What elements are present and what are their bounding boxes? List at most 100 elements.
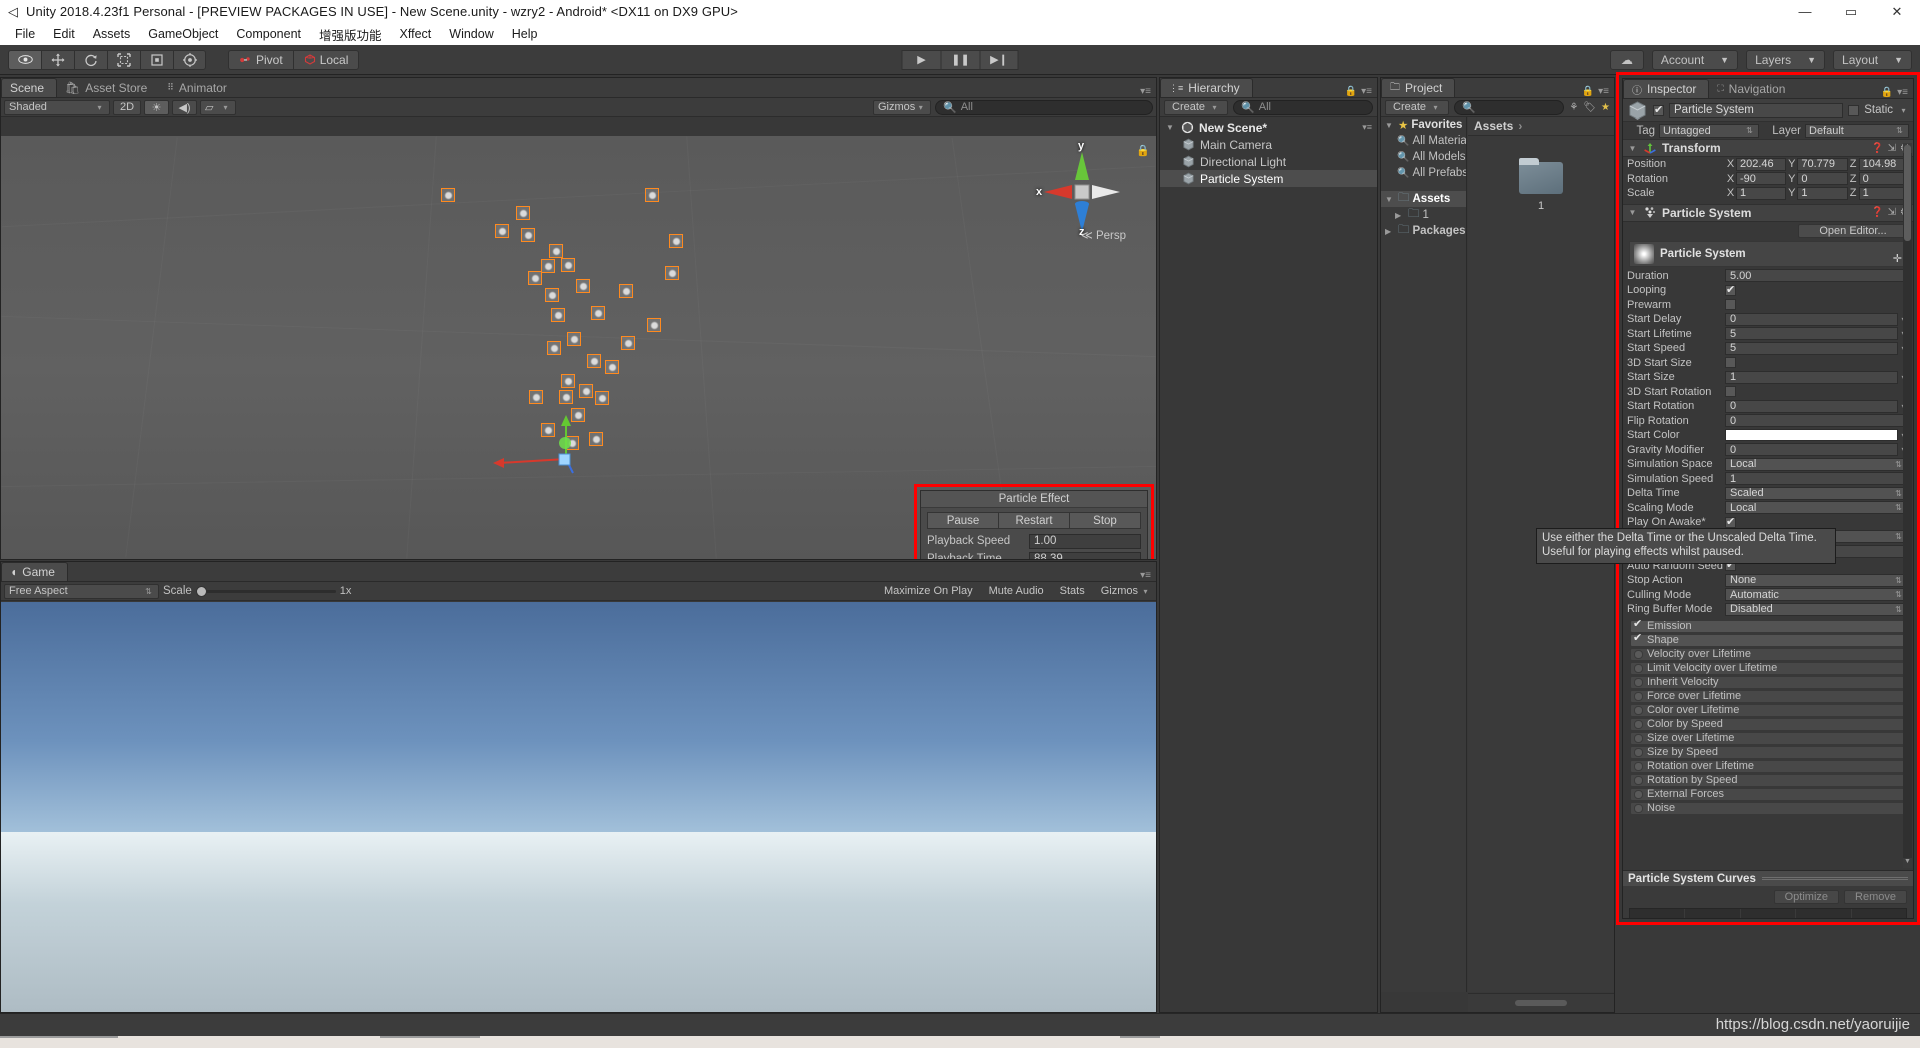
prop-dropdown[interactable]: Disabled ⇅ <box>1725 602 1909 616</box>
remove-button[interactable]: Remove <box>1844 890 1907 904</box>
position-y-input[interactable]: 70.779 <box>1797 157 1848 171</box>
chevron-right-icon[interactable]: ▶ <box>1395 211 1405 220</box>
project-tree-packages[interactable]: ▶ 🗀 Packages <box>1381 223 1466 239</box>
rotation-z-input[interactable]: 0 <box>1858 172 1909 186</box>
scene-projection-label[interactable]: ≪ Persp <box>1081 228 1126 242</box>
position-z-input[interactable]: 104.98 <box>1858 157 1909 171</box>
prop-value-input[interactable]: 0 <box>1725 399 1898 413</box>
maximize-button[interactable]: ▭ <box>1828 0 1874 23</box>
project-grid-item[interactable]: 1 <box>1519 158 1563 212</box>
hierarchy-item-main-camera[interactable]: Main Camera <box>1160 136 1377 153</box>
hierarchy-tab-menu[interactable]: 🔒 ▾≡ <box>1345 86 1377 97</box>
prop-value-input[interactable]: 5 <box>1725 341 1898 355</box>
start-color-swatch[interactable] <box>1725 429 1898 442</box>
scene-lock-icon[interactable]: 🔒 <box>1136 144 1150 157</box>
scene-audio-icon[interactable]: ◀) <box>172 99 197 115</box>
prop-dropdown[interactable]: None ⇅ <box>1725 573 1909 587</box>
game-tab-menu[interactable]: ▾≡ <box>1140 570 1156 581</box>
pivot-toggle-button[interactable]: Pivot <box>228 49 293 70</box>
module-checkbox[interactable] <box>1634 803 1643 813</box>
scene-lighting-icon[interactable]: ☀ <box>144 99 169 115</box>
module-inherit-velocity[interactable]: Inherit Velocity <box>1630 675 1908 689</box>
module-limit-velocity-over-lifetime[interactable]: Limit Velocity over Lifetime <box>1630 661 1908 675</box>
filter-by-label-icon[interactable]: 🏷 <box>1583 102 1596 113</box>
tab-animator[interactable]: ⠿ Animator <box>159 78 239 97</box>
help-icon[interactable]: ❓ <box>1871 143 1883 154</box>
module-shape[interactable]: Shape <box>1630 631 1908 647</box>
chevron-down-icon[interactable]: ▼ <box>1166 123 1176 132</box>
project-tree-all-models[interactable]: 🔍 All Models <box>1381 149 1466 165</box>
pause-effect-button[interactable]: Pause <box>927 512 998 529</box>
stats-toggle[interactable]: Stats <box>1052 584 1093 599</box>
module-checkbox[interactable] <box>1634 719 1643 729</box>
playback-speed-input[interactable]: 1.00 <box>1029 533 1141 549</box>
project-tab-menu[interactable]: 🔒 ▾≡ <box>1582 86 1614 97</box>
chevron-right-icon[interactable]: ▶ <box>1385 227 1395 236</box>
prop-checkbox[interactable] <box>1725 299 1736 311</box>
module-color-by-speed[interactable]: Color by Speed <box>1630 717 1908 731</box>
module-checkbox[interactable] <box>1634 677 1643 687</box>
layers-dropdown[interactable]: Layers ▼ <box>1746 49 1826 70</box>
project-tree-all-prefabs[interactable]: 🔍 All Prefabs <box>1381 165 1466 181</box>
restart-effect-button[interactable]: Restart <box>998 512 1069 529</box>
rotation-y-input[interactable]: 0 <box>1797 172 1848 186</box>
prop-value-input[interactable]: 0 <box>1725 312 1898 326</box>
position-x-input[interactable]: 202.46 <box>1736 157 1787 171</box>
module-checkbox[interactable] <box>1634 733 1643 743</box>
scene-search-input[interactable]: 🔍 All <box>935 99 1153 115</box>
close-button[interactable]: ✕ <box>1874 0 1920 23</box>
tab-options-icon[interactable]: ▾≡ <box>1897 87 1908 98</box>
hierarchy-create-button[interactable]: Create ▾ <box>1164 99 1229 115</box>
play-button[interactable]: ▶ <box>901 49 941 70</box>
hand-tool-icon[interactable] <box>8 49 41 70</box>
lock-icon[interactable]: 🔒 <box>1582 86 1594 97</box>
prop-checkbox[interactable] <box>1725 283 1736 296</box>
mute-audio-toggle[interactable]: Mute Audio <box>981 584 1052 599</box>
module-color-over-lifetime[interactable]: Color over Lifetime <box>1630 703 1908 717</box>
module-emission[interactable]: Emission <box>1630 617 1908 633</box>
handle-space-button[interactable]: Local <box>292 49 360 70</box>
game-canvas[interactable] <box>1 602 1156 1012</box>
tab-options-icon[interactable]: ▾≡ <box>1361 86 1372 97</box>
object-enabled-checkbox[interactable] <box>1653 103 1664 116</box>
layer-dropdown[interactable]: Default ⇅ <box>1805 123 1909 138</box>
prop-value-input[interactable]: 0 <box>1725 443 1898 457</box>
chevron-down-icon[interactable]: ▾ <box>1142 587 1153 596</box>
lock-icon[interactable]: 🔒 <box>1881 87 1893 98</box>
curves-title-bar[interactable]: Particle System Curves <box>1623 871 1913 886</box>
scene-gizmos-dropdown[interactable]: Gizmos ▾ <box>873 99 931 115</box>
module-checkbox[interactable] <box>1634 649 1643 659</box>
prop-value-input[interactable]: 5 <box>1725 327 1898 341</box>
module-checkbox[interactable] <box>1633 617 1643 631</box>
prop-checkbox[interactable] <box>1725 386 1736 398</box>
module-noise[interactable]: Noise <box>1630 801 1908 815</box>
maximize-on-play-toggle[interactable]: Maximize On Play <box>876 584 981 599</box>
preset-icon[interactable]: ⇲ <box>1888 143 1896 154</box>
tag-dropdown[interactable]: Untagged ⇅ <box>1659 123 1759 138</box>
module-force-over-lifetime[interactable]: Force over Lifetime <box>1630 689 1908 703</box>
game-gizmos-dropdown[interactable]: Gizmos <box>1093 584 1142 599</box>
scale-tool-icon[interactable] <box>107 49 140 70</box>
tab-navigation[interactable]: ⛶ Navigation <box>1709 79 1798 98</box>
hierarchy-search-input[interactable]: 🔍 All <box>1233 99 1373 115</box>
rotation-x-input[interactable]: -90 <box>1736 172 1787 186</box>
tab-project[interactable]: 🗀 Project <box>1381 78 1456 97</box>
tab-options-icon[interactable]: ▾≡ <box>1140 86 1151 97</box>
scene-orientation-gizmo[interactable]: y x z <box>1034 140 1130 242</box>
module-checkbox[interactable] <box>1634 747 1643 757</box>
pause-button[interactable]: ❚❚ <box>940 49 980 70</box>
move-tool-icon[interactable] <box>41 49 74 70</box>
menu-window[interactable]: Window <box>440 25 502 43</box>
favorite-star-icon[interactable]: ★ <box>1601 102 1610 113</box>
chevron-down-icon[interactable]: ▼ <box>1627 208 1638 217</box>
module-checkbox[interactable] <box>1634 691 1643 701</box>
menu-component[interactable]: Component <box>227 25 310 43</box>
module-size-over-lifetime[interactable]: Size over Lifetime <box>1630 731 1908 745</box>
prop-dropdown[interactable]: Scaled ⇅ <box>1725 486 1909 500</box>
prop-value-input[interactable]: 0 <box>1725 414 1909 428</box>
tab-options-icon[interactable]: ▾≡ <box>1140 570 1151 581</box>
scroll-down-icon[interactable]: ▼ <box>1903 858 1912 868</box>
tab-hierarchy[interactable]: ⋮≡ Hierarchy <box>1160 78 1253 97</box>
transform-gizmo[interactable] <box>491 411 641 486</box>
particle-system-component-header[interactable]: ▼ Particle System ❓ ⇲ ⚙ <box>1623 203 1913 222</box>
